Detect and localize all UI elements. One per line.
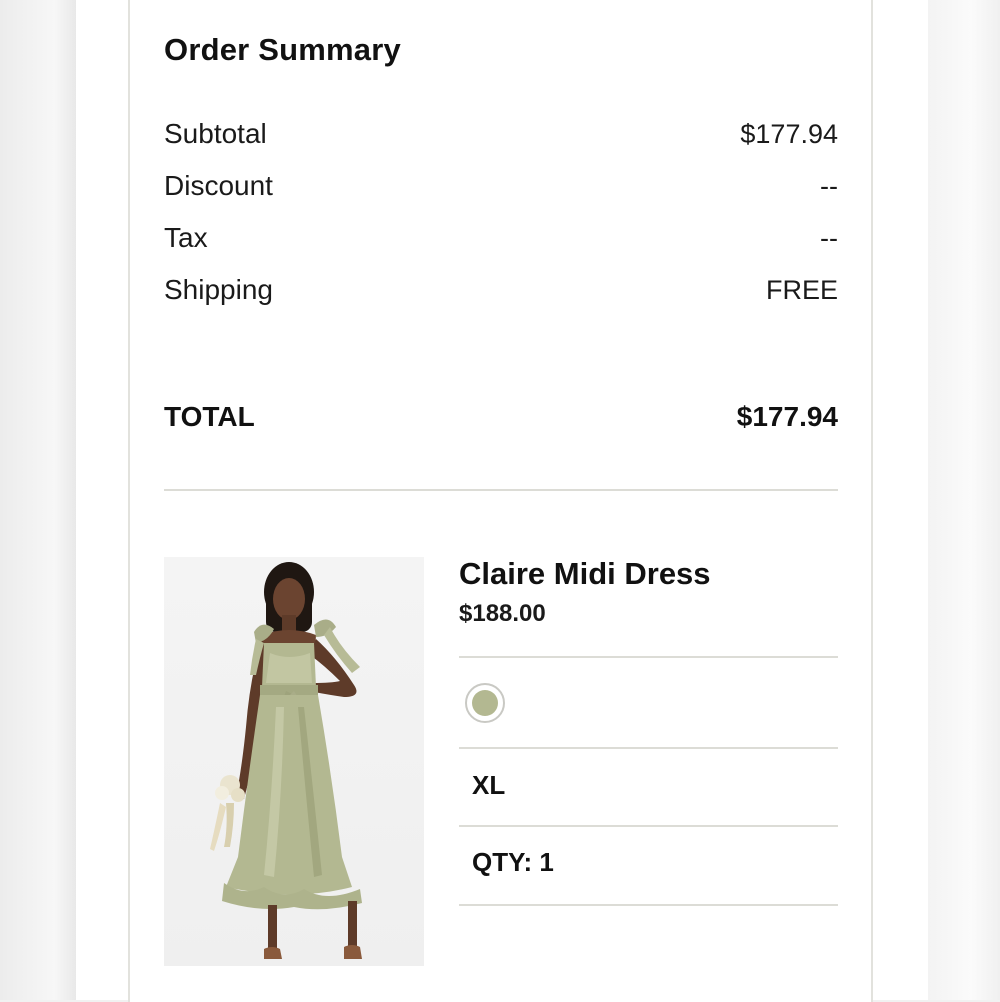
color-swatch-fill <box>472 690 498 716</box>
dress-photo-icon <box>210 562 362 959</box>
product-divider-3 <box>459 825 838 827</box>
quantity-label: QTY: 1 <box>472 847 554 877</box>
product-divider-2 <box>459 747 838 749</box>
discount-value: -- <box>820 170 838 201</box>
shipping-value: FREE <box>765 274 838 305</box>
product-name[interactable]: Claire Midi Dress <box>459 556 711 592</box>
shipping-row: Shipping FREE <box>164 270 838 310</box>
subtotal-value: $177.94 <box>740 118 838 149</box>
background-left <box>0 0 78 1000</box>
discount-label: Discount <box>164 170 273 201</box>
product-divider-4 <box>459 904 838 906</box>
discount-row: Discount -- <box>164 166 838 206</box>
subtotal-label: Subtotal <box>164 118 267 149</box>
tax-value: -- <box>820 222 838 253</box>
product-divider-1 <box>459 656 838 658</box>
product-image[interactable] <box>164 557 424 966</box>
summary-divider <box>164 489 838 491</box>
total-value: $177.94 <box>736 401 838 432</box>
total-label: TOTAL <box>164 401 255 432</box>
total-row: TOTAL $177.94 <box>164 396 838 438</box>
order-summary-title: Order Summary <box>164 32 401 67</box>
shipping-label: Shipping <box>164 274 273 305</box>
product-price: $188.00 <box>459 600 546 627</box>
background-right <box>928 0 1000 1000</box>
subtotal-row: Subtotal $177.94 <box>164 114 838 154</box>
tax-row: Tax -- <box>164 218 838 258</box>
size-label: XL <box>472 770 506 800</box>
tax-label: Tax <box>164 222 208 253</box>
color-swatch[interactable] <box>465 683 505 723</box>
